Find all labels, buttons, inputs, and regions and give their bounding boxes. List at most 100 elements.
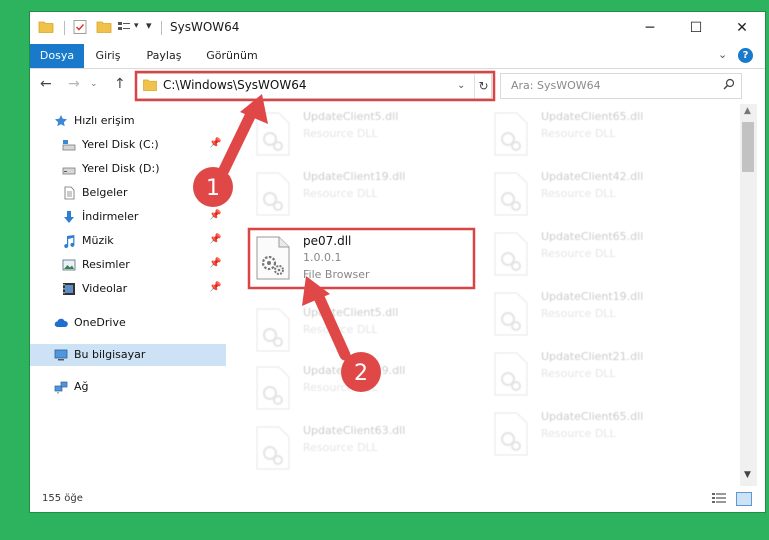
sidebar-item-label: Müzik bbox=[82, 234, 114, 247]
tab-file[interactable]: Dosya bbox=[30, 44, 84, 68]
pin-icon: 📌 bbox=[209, 186, 222, 197]
sidebar-item-this-pc[interactable]: Bu bilgisayar bbox=[30, 344, 226, 366]
file-name: UpdateClient65.dll bbox=[541, 110, 644, 123]
search-box[interactable]: Ara: SysWOW64 bbox=[500, 73, 742, 99]
file-name: UpdateClient63.dll bbox=[303, 424, 406, 437]
title-bar: ▾ ▾ SysWOW64 ─ ☐ ✕ bbox=[30, 12, 765, 44]
up-arrow-icon[interactable]: ↑ bbox=[114, 76, 126, 92]
sidebar-item-label: Resimler bbox=[82, 258, 130, 271]
address-bar[interactable]: C:\Windows\SysWOW64 ⌄ ↻ bbox=[136, 73, 492, 99]
scroll-up-icon[interactable]: ▲ bbox=[744, 106, 751, 116]
search-input[interactable]: Ara: SysWOW64 bbox=[511, 79, 601, 92]
minimize-button[interactable]: ─ bbox=[627, 12, 673, 44]
file-description: Resource DLL bbox=[541, 427, 616, 440]
file-item[interactable]: UpdateClient19.dll Resource DLL bbox=[245, 358, 475, 416]
file-item[interactable]: UpdateClient65.dll Resource DLL bbox=[483, 404, 713, 462]
dll-file-icon bbox=[256, 112, 290, 156]
forward-arrow-icon[interactable]: → bbox=[68, 76, 80, 92]
file-item[interactable]: UpdateClient5.dll Resource DLL bbox=[245, 104, 475, 162]
file-description: Resource DLL bbox=[303, 441, 378, 454]
dll-file-icon bbox=[494, 292, 528, 336]
sidebar-item-label: Yerel Disk (D:) bbox=[82, 162, 160, 175]
sidebar-item-documents[interactable]: Belgeler 📌 bbox=[30, 182, 226, 204]
vertical-scrollbar[interactable]: ▲ ▼ bbox=[740, 104, 757, 486]
sidebar-item-network[interactable]: Ağ bbox=[30, 376, 226, 398]
file-item-pe07-dll[interactable]: pe07.dll 1.0.0.1 File Browser bbox=[245, 228, 475, 286]
dll-file-icon bbox=[494, 112, 528, 156]
file-name: UpdateClient19.dll bbox=[303, 364, 406, 377]
back-arrow-icon[interactable]: ← bbox=[40, 76, 52, 92]
sidebar-item-local-disk-d[interactable]: Yerel Disk (D:) bbox=[30, 158, 226, 180]
dll-file-icon bbox=[256, 308, 290, 352]
dll-file-icon bbox=[256, 366, 290, 410]
file-item[interactable]: UpdateClient65.dll Resource DLL bbox=[483, 104, 713, 162]
file-item[interactable]: UpdateClient63.dll Resource DLL bbox=[245, 418, 475, 476]
close-button[interactable]: ✕ bbox=[719, 12, 765, 44]
file-name: UpdateClient42.dll bbox=[541, 170, 644, 183]
properties-icon[interactable] bbox=[116, 19, 132, 35]
file-item[interactable]: UpdateClient5.dll Resource DLL bbox=[245, 300, 475, 358]
sidebar-item-onedrive[interactable]: OneDrive bbox=[30, 312, 226, 334]
file-item[interactable]: UpdateClient19.dll Resource DLL bbox=[245, 164, 475, 222]
sidebar-item-pictures[interactable]: Resimler 📌 bbox=[30, 254, 226, 276]
tab-share[interactable]: Paylaş bbox=[140, 44, 188, 68]
refresh-icon[interactable]: ↻ bbox=[474, 74, 492, 98]
tab-home[interactable]: Giriş bbox=[88, 44, 128, 68]
large-icons-view-icon[interactable] bbox=[736, 492, 752, 506]
file-item[interactable]: UpdateClient19.dll Resource DLL bbox=[483, 284, 713, 342]
file-description: Resource DLL bbox=[541, 247, 616, 260]
sidebar-item-local-disk-c[interactable]: Yerel Disk (C:) 📌 bbox=[30, 134, 226, 156]
dll-file-icon bbox=[256, 172, 290, 216]
dll-file-icon bbox=[494, 172, 528, 216]
sidebar-item-videos[interactable]: Videolar 📌 bbox=[30, 278, 226, 300]
details-view-icon[interactable] bbox=[712, 492, 726, 504]
sidebar-item-music[interactable]: Müzik 📌 bbox=[30, 230, 226, 252]
file-description: Resource DLL bbox=[303, 127, 378, 140]
computer-icon bbox=[54, 349, 68, 361]
pin-icon: 📌 bbox=[209, 210, 222, 221]
file-item[interactable]: UpdateClient42.dll Resource DLL bbox=[483, 164, 713, 222]
recent-locations-chevron-icon[interactable]: ⌄ bbox=[90, 79, 98, 89]
pin-icon: 📌 bbox=[209, 282, 222, 293]
sidebar-item-label: Hızlı erişim bbox=[74, 114, 135, 127]
maximize-button[interactable]: ☐ bbox=[673, 12, 719, 44]
scrollbar-thumb[interactable] bbox=[742, 122, 754, 172]
help-button[interactable]: ? bbox=[738, 48, 753, 63]
status-bar: 155 öğe bbox=[30, 486, 765, 512]
file-description: Resource DLL bbox=[303, 323, 378, 336]
expand-ribbon-chevron-icon[interactable]: ⌄ bbox=[718, 48, 727, 61]
dll-file-icon bbox=[256, 236, 290, 280]
sidebar-item-label: Bu bilgisayar bbox=[74, 348, 146, 361]
sidebar-item-downloads[interactable]: İndirmeler 📌 bbox=[30, 206, 226, 228]
sidebar-item-label: OneDrive bbox=[74, 316, 126, 329]
sidebar-item-label: Videolar bbox=[82, 282, 128, 295]
dll-file-icon bbox=[494, 352, 528, 396]
file-item[interactable]: UpdateClient65.dll Resource DLL bbox=[483, 224, 713, 282]
pin-icon: 📌 bbox=[209, 234, 222, 245]
drive-icon bbox=[62, 167, 76, 175]
file-description: Resource DLL bbox=[303, 381, 378, 394]
file-name: UpdateClient19.dll bbox=[541, 290, 644, 303]
document-icon bbox=[64, 186, 75, 200]
file-name: UpdateClient21.dll bbox=[541, 350, 644, 363]
properties-check-icon[interactable] bbox=[72, 19, 88, 35]
address-path[interactable]: C:\Windows\SysWOW64 bbox=[163, 78, 307, 92]
music-icon bbox=[64, 235, 75, 248]
search-icon[interactable] bbox=[723, 78, 735, 90]
quick-access-dropdown-icon[interactable]: ▾ bbox=[134, 21, 139, 31]
address-dropdown-chevron-icon[interactable]: ⌄ bbox=[457, 80, 465, 91]
sidebar-item-label: Belgeler bbox=[82, 186, 128, 199]
file-item[interactable]: UpdateClient21.dll Resource DLL bbox=[483, 344, 713, 402]
new-folder-icon[interactable] bbox=[96, 19, 112, 35]
file-name: UpdateClient19.dll bbox=[303, 170, 406, 183]
sidebar-item-quick-access[interactable]: Hızlı erişim bbox=[30, 110, 226, 132]
folder-icon[interactable] bbox=[38, 19, 54, 35]
file-description: File Browser bbox=[303, 268, 370, 281]
customize-toolbar-icon[interactable]: ▾ bbox=[146, 19, 152, 32]
scroll-down-icon[interactable]: ▼ bbox=[744, 470, 751, 480]
tab-view[interactable]: Görünüm bbox=[200, 44, 264, 68]
file-name: UpdateClient65.dll bbox=[541, 230, 644, 243]
file-description: Resource DLL bbox=[541, 307, 616, 320]
video-icon bbox=[63, 283, 75, 295]
file-description: Resource DLL bbox=[303, 187, 378, 200]
